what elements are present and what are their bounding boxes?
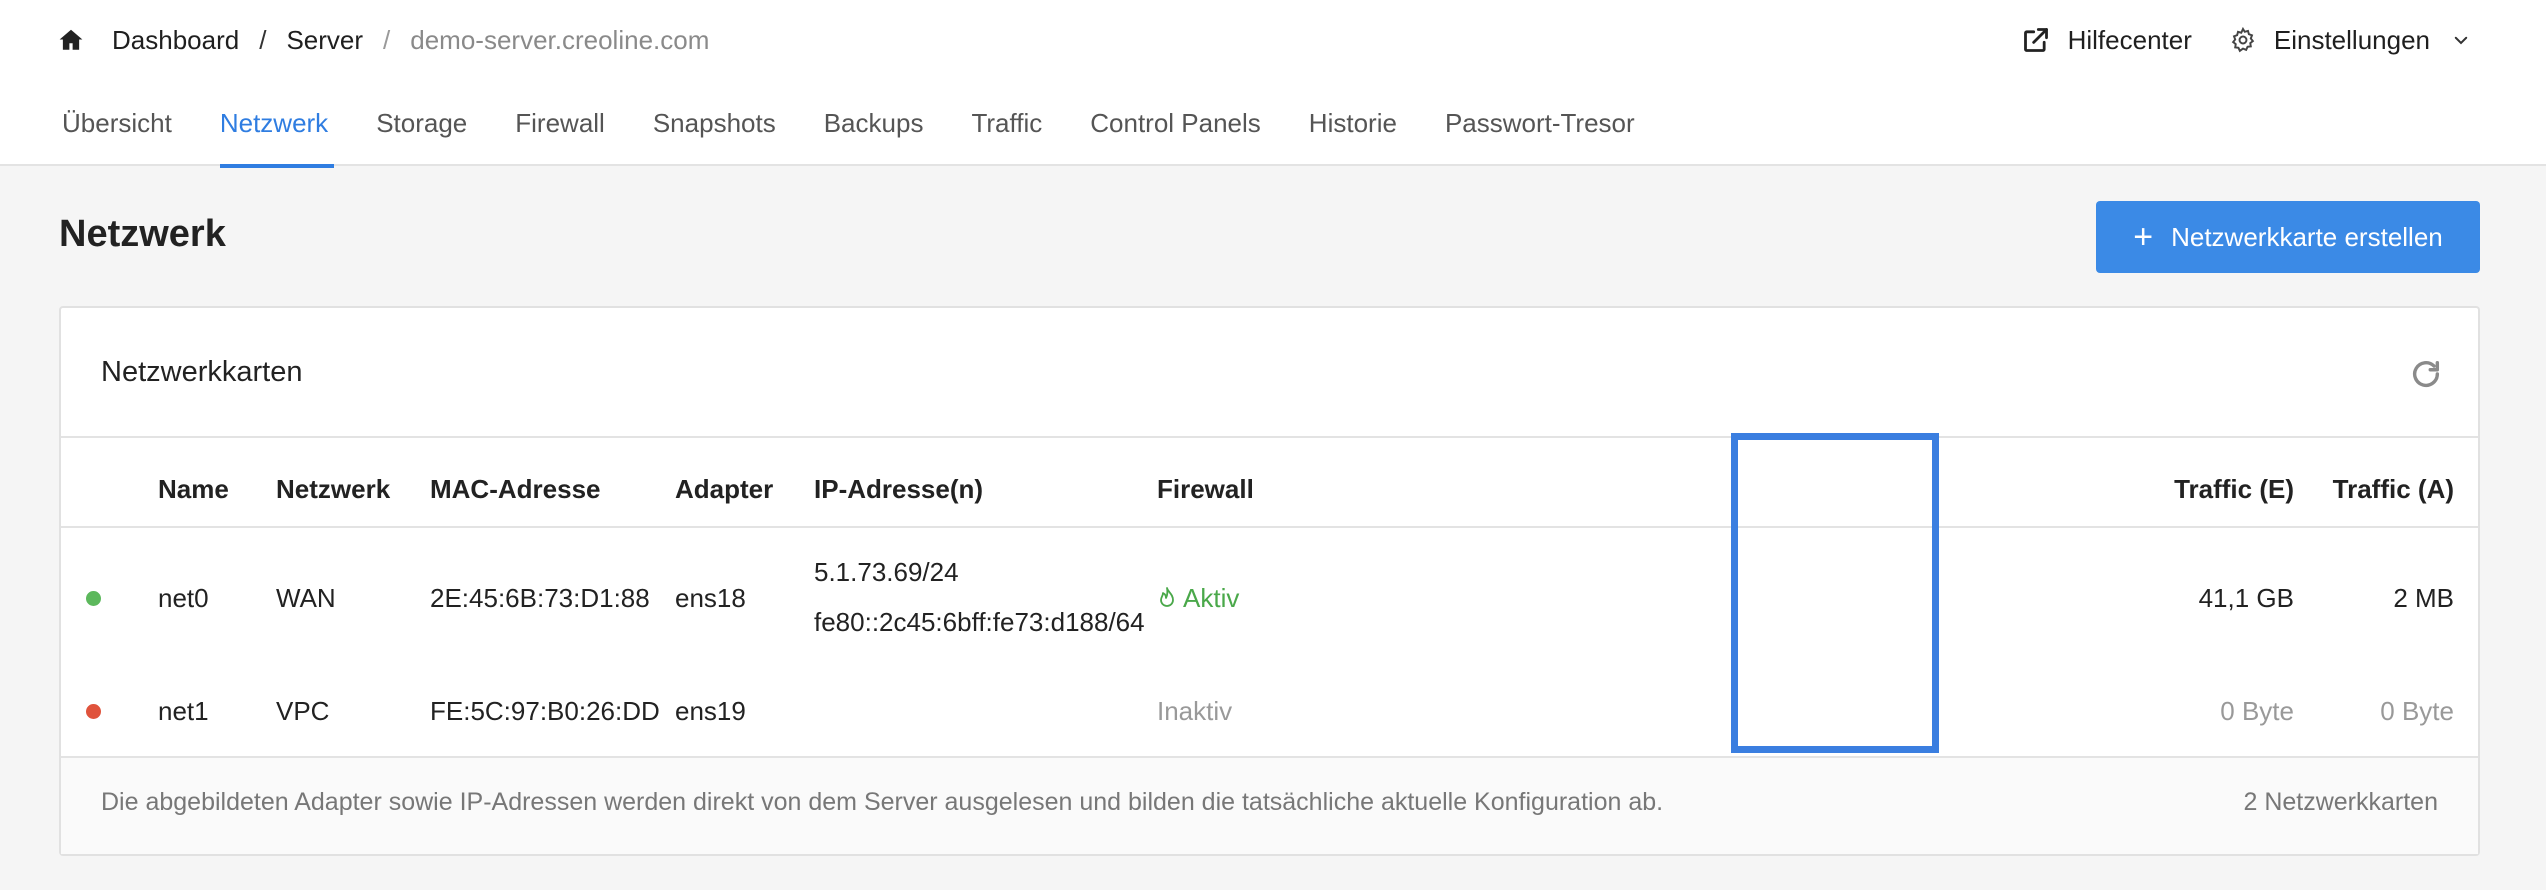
- tab-firewall[interactable]: Firewall: [515, 100, 605, 166]
- header-actions: Hilfecenter Einstellungen: [2022, 20, 2488, 60]
- column-header-name: Name: [158, 474, 229, 504]
- help-center-label: Hilfecenter: [2067, 24, 2192, 55]
- row-firewall-status[interactable]: Aktiv: [1157, 578, 1239, 618]
- row-name: net0: [158, 583, 209, 613]
- column-header-traffic-in: Traffic (E): [2174, 474, 2294, 504]
- network-card-count: 2 Netzwerkkarten: [2243, 788, 2438, 816]
- create-network-card-button[interactable]: + Netzwerkkarte erstellen: [2096, 201, 2480, 273]
- page-title: Netzwerk: [59, 213, 226, 255]
- row-mac: FE:5C:97:B0:26:DD: [430, 696, 660, 726]
- panel-footer: Die abgebildeten Adapter sowie IP-Adress…: [61, 756, 2478, 854]
- tab-control-panels[interactable]: Control Panels: [1090, 100, 1261, 166]
- row-traffic-in: 0 Byte: [2220, 696, 2294, 726]
- plus-icon: +: [2133, 218, 2154, 256]
- tab-bar: Übersicht Netzwerk Storage Firewall Snap…: [62, 100, 1683, 168]
- home-icon[interactable]: [58, 27, 84, 53]
- firewall-status-label: Aktiv: [1183, 583, 1240, 613]
- column-header-network: Netzwerk: [276, 474, 391, 504]
- breadcrumb-separator: /: [259, 24, 267, 55]
- tab-traffic[interactable]: Traffic: [971, 100, 1042, 166]
- row-adapter: ens18: [675, 583, 746, 613]
- settings-menu[interactable]: Einstellungen: [2230, 25, 2488, 56]
- row-ip-v4: 5.1.73.69/24: [814, 557, 959, 587]
- row-mac: 2E:45:6B:73:D1:88: [430, 583, 650, 613]
- tab-snapshots[interactable]: Snapshots: [653, 100, 776, 166]
- tab-storage[interactable]: Storage: [376, 100, 467, 166]
- row-firewall-status[interactable]: Inaktiv: [1157, 691, 1232, 731]
- external-link-icon: [2023, 28, 2048, 52]
- breadcrumb-separator: /: [383, 24, 391, 55]
- column-header-ip: IP-Adresse(n): [814, 474, 984, 504]
- help-center-link[interactable]: Hilfecenter: [2022, 25, 2192, 56]
- flame-icon: [1160, 587, 1174, 607]
- breadcrumb-current: demo-server.creoline.com: [410, 24, 710, 55]
- row-adapter: ens19: [675, 696, 746, 726]
- refresh-icon[interactable]: [2409, 357, 2443, 391]
- row-traffic-in: 41,1 GB: [2198, 583, 2294, 613]
- tab-uebersicht[interactable]: Übersicht: [62, 100, 172, 166]
- column-header-firewall: Firewall: [1157, 474, 1254, 504]
- tab-historie[interactable]: Historie: [1309, 100, 1397, 166]
- divider: [61, 526, 2478, 528]
- tab-backups[interactable]: Backups: [824, 100, 924, 166]
- column-header-mac: MAC-Adresse: [430, 474, 601, 504]
- gear-icon: [2231, 27, 2255, 53]
- tab-passwort-tresor[interactable]: Passwort-Tresor: [1445, 100, 1635, 166]
- column-header-traffic-out: Traffic (A): [2332, 474, 2454, 504]
- row-name: net1: [158, 696, 209, 726]
- breadcrumb-dashboard[interactable]: Dashboard: [112, 25, 239, 56]
- top-header: Dashboard / Server / demo-server.creolin…: [0, 0, 2546, 168]
- row-network: VPC: [276, 696, 330, 726]
- row-ip-v6: fe80::2c45:6bff:fe73:d188/64: [814, 607, 1145, 637]
- panel-title: Netzwerkkarten: [101, 356, 303, 388]
- settings-label: Einstellungen: [2273, 24, 2430, 55]
- breadcrumb: Dashboard / Server / demo-server.creolin…: [58, 20, 709, 60]
- divider: [61, 436, 2478, 438]
- footer-note: Die abgebildeten Adapter sowie IP-Adress…: [101, 788, 1664, 816]
- status-dot-online: [86, 591, 101, 606]
- row-traffic-out: 2 MB: [2393, 583, 2454, 613]
- network-cards-panel: Netzwerkkarten Name Netzwerk MAC-Adresse…: [59, 306, 2480, 856]
- breadcrumb-server[interactable]: Server: [286, 25, 363, 56]
- tab-netzwerk[interactable]: Netzwerk: [219, 100, 335, 168]
- chevron-down-icon: [2454, 36, 2468, 45]
- status-dot-offline: [86, 704, 101, 719]
- create-network-card-label: Netzwerkkarte erstellen: [2171, 221, 2443, 252]
- row-network: WAN: [276, 583, 336, 613]
- row-traffic-out: 0 Byte: [2380, 696, 2454, 726]
- column-header-adapter: Adapter: [675, 474, 774, 504]
